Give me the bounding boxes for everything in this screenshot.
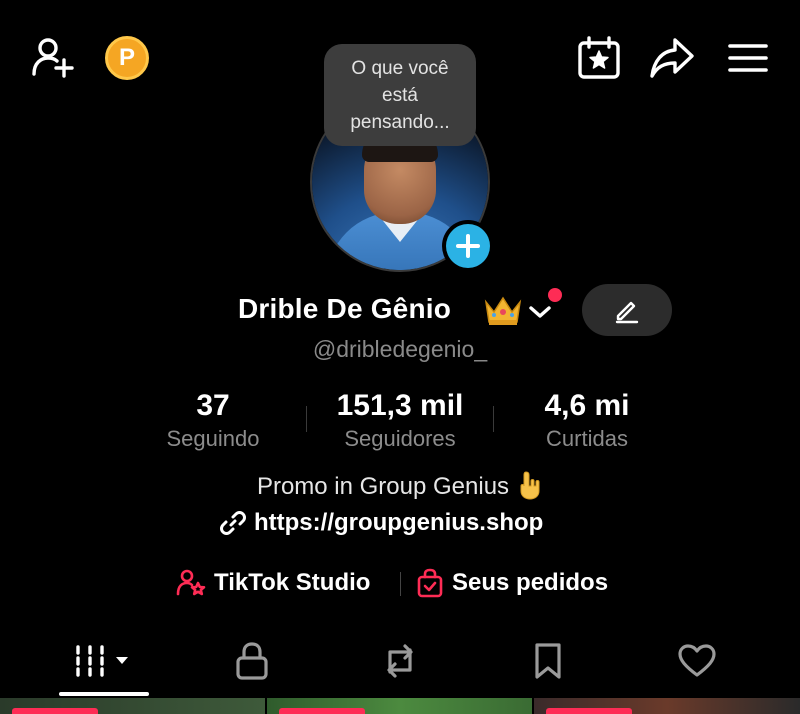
pinned-badge	[546, 708, 632, 714]
share-icon[interactable]	[648, 36, 696, 80]
following-label: Seguindo	[166, 426, 260, 451]
handle-text: @dribledegenio_	[312, 336, 488, 362]
menu-icon[interactable]	[726, 40, 770, 76]
coin-label: P	[118, 44, 135, 71]
followers-count: 151,3 mil	[336, 389, 464, 422]
stat-following[interactable]: 37 Seguindo	[130, 388, 296, 454]
coin-icon[interactable]: P	[105, 36, 149, 80]
tab-saved[interactable]	[522, 638, 574, 684]
video-thumbnail[interactable]	[534, 698, 800, 714]
stat-divider	[493, 406, 494, 432]
link-icon	[220, 511, 246, 535]
shopping-bag-icon	[417, 568, 443, 598]
bio-text: Promo in Group Genius	[256, 473, 510, 500]
tab-reposts[interactable]	[374, 638, 426, 684]
tiktok-studio-button[interactable]: TikTok Studio	[176, 566, 370, 600]
calendar-star-icon[interactable]	[576, 36, 622, 80]
heart-icon	[678, 644, 716, 677]
bio-link[interactable]: https://groupgenius.shop	[220, 506, 543, 540]
stat-followers[interactable]: 151,3 mil Seguidores	[316, 388, 484, 454]
plus-icon	[446, 224, 490, 268]
link-text: https://groupgenius.shop	[254, 509, 544, 536]
pencil-icon	[615, 301, 639, 324]
notification-dot	[548, 288, 562, 302]
add-friend-icon[interactable]	[28, 34, 76, 82]
likes-count: 4,6 mi	[544, 389, 630, 422]
orders-button[interactable]: Seus pedidos	[416, 566, 608, 600]
video-thumbnail[interactable]	[267, 698, 532, 714]
stat-divider	[306, 406, 307, 432]
orders-label: Seus pedidos	[452, 569, 609, 596]
pointing-down-icon	[517, 470, 543, 500]
active-tab-indicator	[59, 692, 149, 696]
crown-icon	[482, 292, 524, 328]
profile-name: Drible De Gênio	[238, 293, 452, 324]
stat-likes[interactable]: 4,6 mi Curtidas	[502, 388, 672, 454]
chevron-down-icon[interactable]	[527, 300, 553, 322]
add-story-button[interactable]	[442, 220, 494, 272]
followers-label: Seguidores	[344, 426, 456, 451]
tab-videos[interactable]	[60, 638, 148, 684]
profile-handle: @dribledegenio_	[0, 336, 800, 363]
edit-profile-button[interactable]	[582, 284, 672, 336]
note-tooltip[interactable]: O que você está pensando...	[324, 44, 476, 146]
videos-grid-icon	[76, 645, 128, 677]
bio: Promo in Group Genius	[0, 470, 800, 503]
pinned-badge	[279, 708, 365, 714]
tab-liked[interactable]	[670, 638, 724, 684]
pinned-badge	[12, 708, 98, 714]
likes-label: Curtidas	[546, 426, 628, 451]
shortcut-divider	[400, 572, 401, 596]
studio-label: TikTok Studio	[214, 569, 371, 596]
bookmark-icon	[535, 643, 561, 679]
video-thumbnail[interactable]	[0, 698, 265, 714]
note-tooltip-text: O que você está pensando...	[350, 57, 450, 133]
tab-private[interactable]	[226, 638, 278, 684]
repost-icon	[387, 644, 413, 678]
following-count: 37	[196, 389, 230, 422]
lock-icon	[236, 642, 268, 680]
creator-star-icon	[176, 569, 206, 596]
